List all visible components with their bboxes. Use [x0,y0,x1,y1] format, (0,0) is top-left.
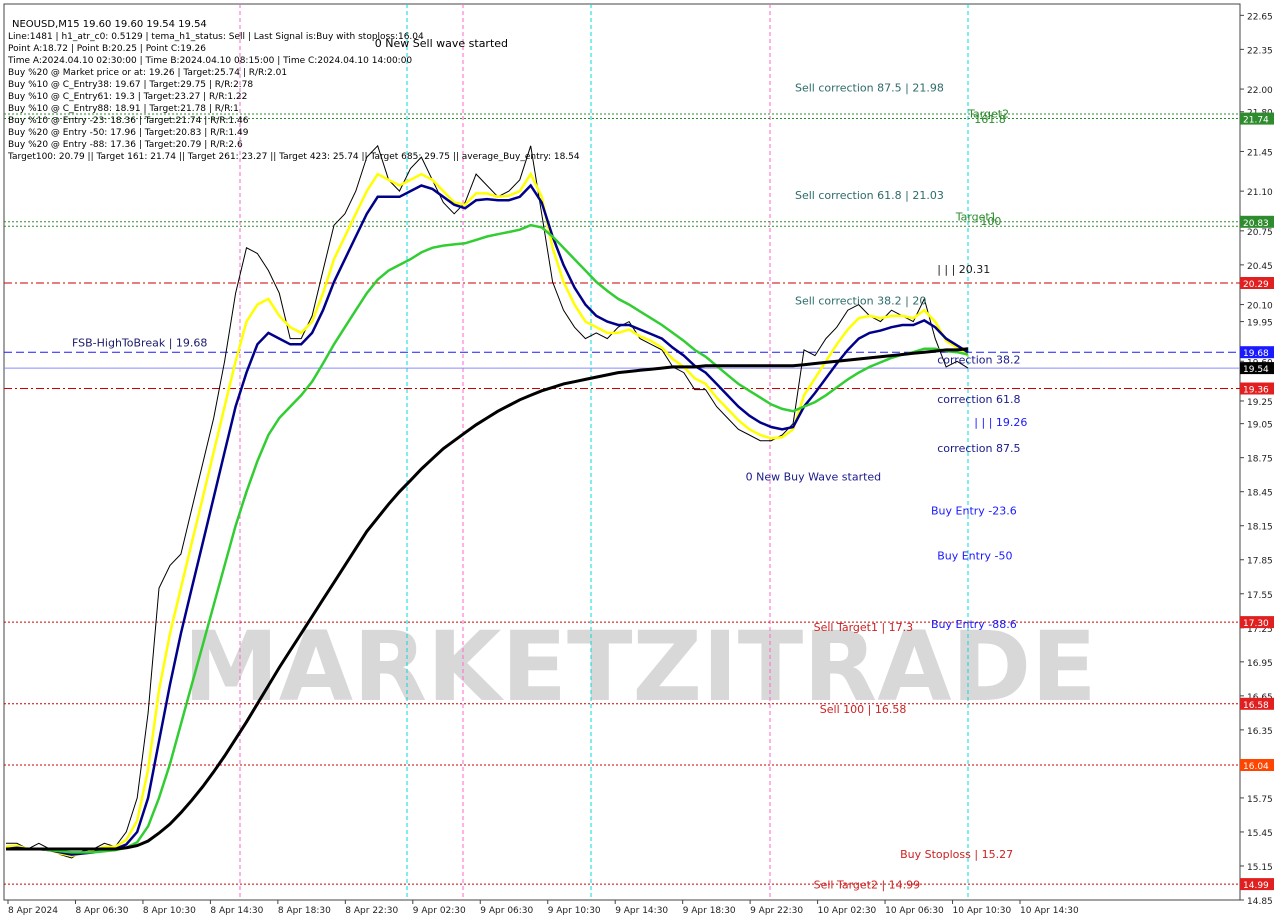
y-tick-label: 20.75 [1247,228,1273,238]
price-badge-label: 21.74 [1243,116,1269,126]
price-badge-label: 19.54 [1243,365,1269,375]
x-tick-label: 8 Apr 2024 [8,906,58,916]
x-tick-label: 8 Apr 22:30 [345,906,398,916]
price-badge-label: 17.30 [1243,619,1269,629]
x-tick-label: 10 Apr 14:30 [1020,906,1079,916]
x-tick-label: 9 Apr 14:30 [615,906,668,916]
y-tick-label: 16.95 [1247,659,1273,669]
chart-root: MARKETZITRADE 0 New Sell wave started Sel… [0,0,1280,920]
annotation-label: correction 87.5 [937,442,1020,455]
y-tick-label: 15.45 [1247,829,1273,839]
info-line: Time A:2024.04.10 02:30:00 | Time B:2024… [7,56,412,66]
y-tick-label: 22.65 [1247,12,1273,22]
x-tick-label: 9 Apr 10:30 [548,906,601,916]
annotation-label: Buy Entry -50 [937,550,1012,563]
annotation-label: correction 61.8 [937,393,1020,406]
window-title: NEOUSD,M15 19.60 19.60 19.54 19.54 [12,19,207,30]
annotation-label: Sell correction 38.2 | 20 [795,295,926,308]
info-line: Buy %10 @ Entry -23: 18.36 | Target:21.7… [8,116,249,126]
y-tick-label: 18.15 [1247,523,1273,533]
price-badge-label: 20.29 [1243,280,1269,290]
price-badge-label: 16.04 [1243,762,1269,772]
y-tick-label: 18.45 [1247,489,1273,499]
info-line: Target100: 20.79 || Target 161: 21.74 ||… [7,152,580,162]
y-tick-label: 20.45 [1247,262,1273,272]
x-tick-label: 9 Apr 22:30 [750,906,803,916]
annotation-label: Sell 100 | 16.58 [820,703,907,716]
annotation-label: | | | 20.31 [937,263,990,276]
x-tick-label: 10 Apr 06:30 [885,906,944,916]
x-tick-label: 8 Apr 06:30 [76,906,129,916]
y-tick-label: 17.85 [1247,557,1273,567]
annotation-label: Buy Stoploss | 15.27 [900,848,1013,861]
y-tick-label: 17.55 [1247,591,1273,601]
price-badge-label: 19.68 [1243,349,1269,359]
price-badge-label: 19.36 [1243,386,1269,396]
price-badge-label: 20.83 [1243,219,1269,229]
annotation-label: 0 New Buy Wave started [746,470,882,483]
y-tick-label: 20.10 [1247,302,1273,312]
x-tick-label: 9 Apr 18:30 [683,906,736,916]
info-line: Buy %10 @ C_Entry88: 18.91 | Target:21.7… [8,104,239,114]
y-tick-label: 21.10 [1247,188,1273,198]
y-tick-label: 19.25 [1247,398,1273,408]
price-badge-label: 14.99 [1243,881,1269,891]
info-line: Point A:18.72 | Point B:20.25 | Point C:… [8,44,206,54]
annotation-label: Sell correction 87.5 | 21.98 [795,81,944,94]
annotation-label: Buy Entry -88.6 [931,618,1017,631]
x-tick-label: 10 Apr 02:30 [818,906,877,916]
info-line: Buy %20 @ Entry -50: 17.96 | Target:20.8… [8,128,249,138]
annotation-label: Buy Entry -23.6 [931,504,1017,517]
y-tick-label: 19.95 [1247,319,1273,329]
info-line: Buy %20 @ Market price or at: 19.26 | Ta… [8,68,287,78]
y-tick-label: 19.05 [1247,421,1273,431]
plot-area [3,3,1241,901]
annotation-label: Sell Target2 | 14.99 [814,879,921,892]
annotation-label: correction 38.2 [937,354,1020,367]
x-tick-label: 8 Apr 10:30 [143,906,196,916]
x-tick-label: 9 Apr 02:30 [413,906,466,916]
x-tick-label: 8 Apr 18:30 [278,906,331,916]
x-tick-label: 9 Apr 06:30 [480,906,533,916]
y-tick-label: 21.45 [1247,148,1273,158]
y-tick-label: 14.85 [1247,897,1273,907]
annotation-label: Sell Target1 | 17.3 [814,621,914,634]
y-tick-label: 15.75 [1247,795,1273,805]
x-tick-label: 10 Apr 10:30 [953,906,1012,916]
y-tick-label: 18.75 [1247,455,1273,465]
annotation-label: FSB-HighToBreak | 19.68 [72,337,207,350]
info-line: Buy %20 @ Entry -88: 17.36 | Target:20.7… [8,140,243,150]
annotation-label: Sell correction 61.8 | 21.03 [795,189,944,202]
annotation-label: 100 [980,215,1001,228]
info-line: Buy %10 @ C_Entry38: 19.67 | Target:29.7… [8,80,253,90]
annotation-label: 161.8 [974,113,1006,126]
annotation-label: | | | 19.26 [974,416,1027,429]
y-tick-label: 22.35 [1247,46,1273,56]
x-tick-label: 8 Apr 14:30 [210,906,263,916]
price-chart[interactable]: MARKETZITRADE 0 New Sell wave startedSel… [0,0,1280,920]
y-tick-label: 15.15 [1247,863,1273,873]
y-tick-label: 16.35 [1247,727,1273,737]
info-line: Line:1481 | h1_atr_c0: 0.5129 | tema_h1_… [8,32,424,42]
y-tick-label: 22.00 [1247,86,1273,96]
info-line: Buy %10 @ C_Entry61: 19.3 | Target:23.27… [8,92,247,102]
price-badge-label: 16.58 [1243,701,1269,711]
